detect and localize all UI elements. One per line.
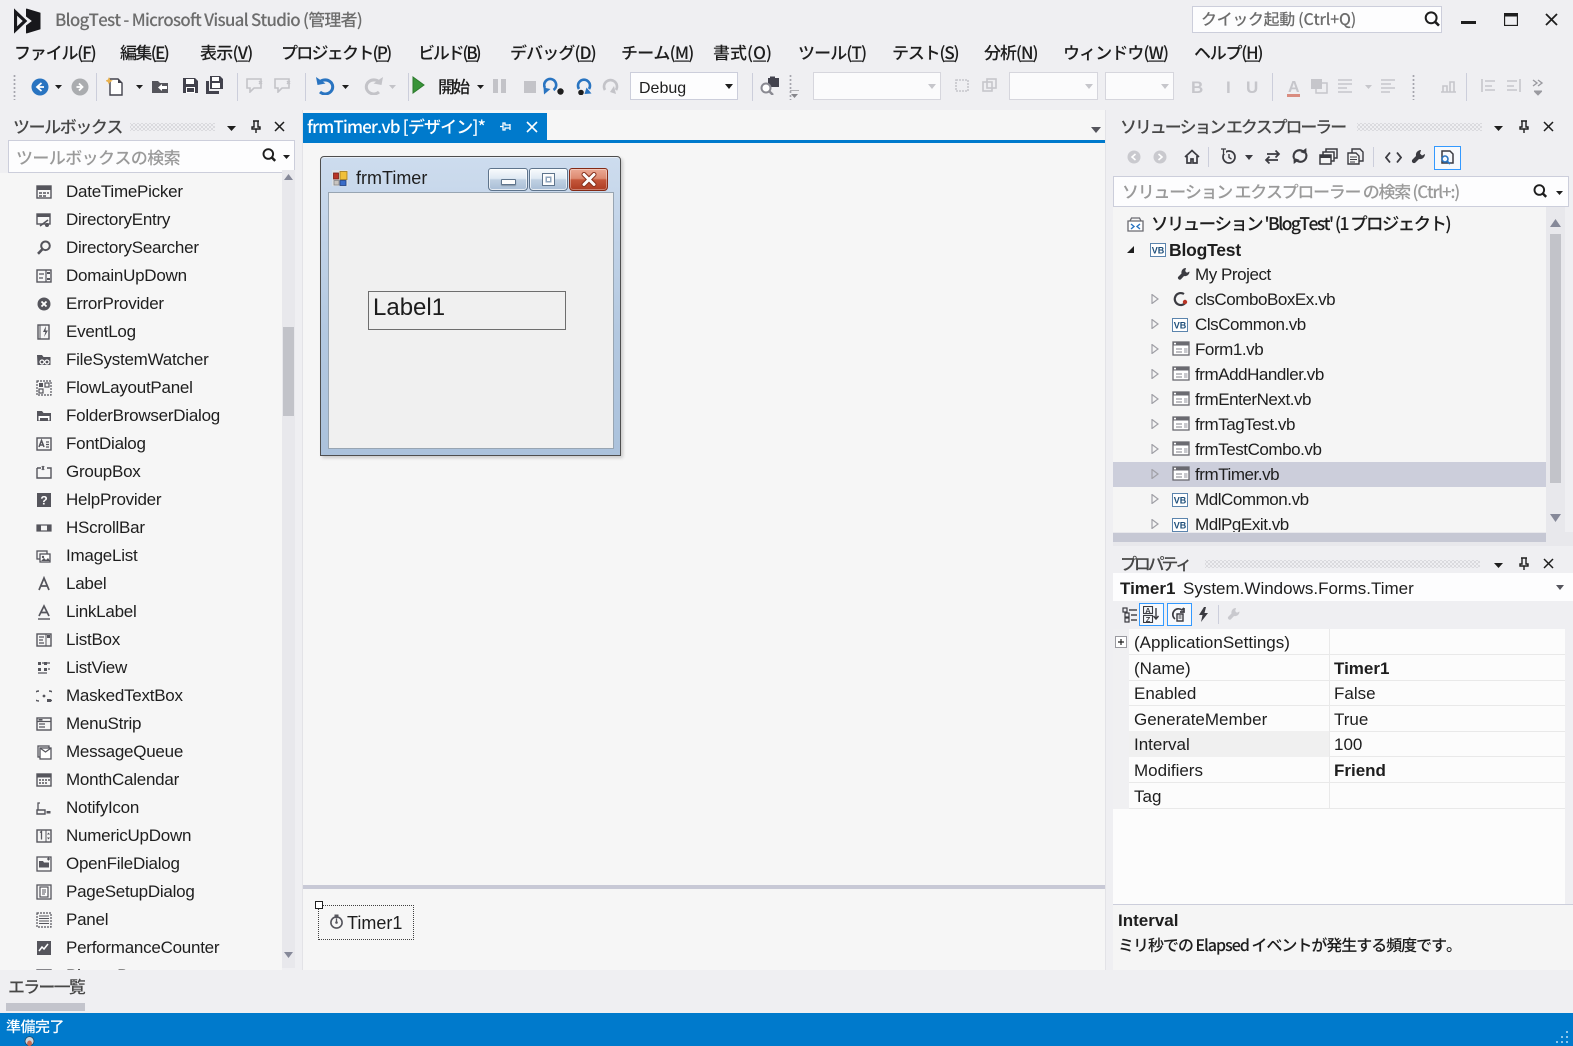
svg-text:VB: VB [1174, 521, 1187, 531]
svg-text:A: A [1145, 606, 1151, 615]
svg-text:VB: VB [1152, 246, 1165, 256]
svg-text:VB: VB [1174, 496, 1187, 506]
svg-text:VB: VB [1174, 321, 1187, 331]
svg-text:?: ? [40, 494, 47, 508]
svg-text:Z: Z [1146, 615, 1151, 623]
